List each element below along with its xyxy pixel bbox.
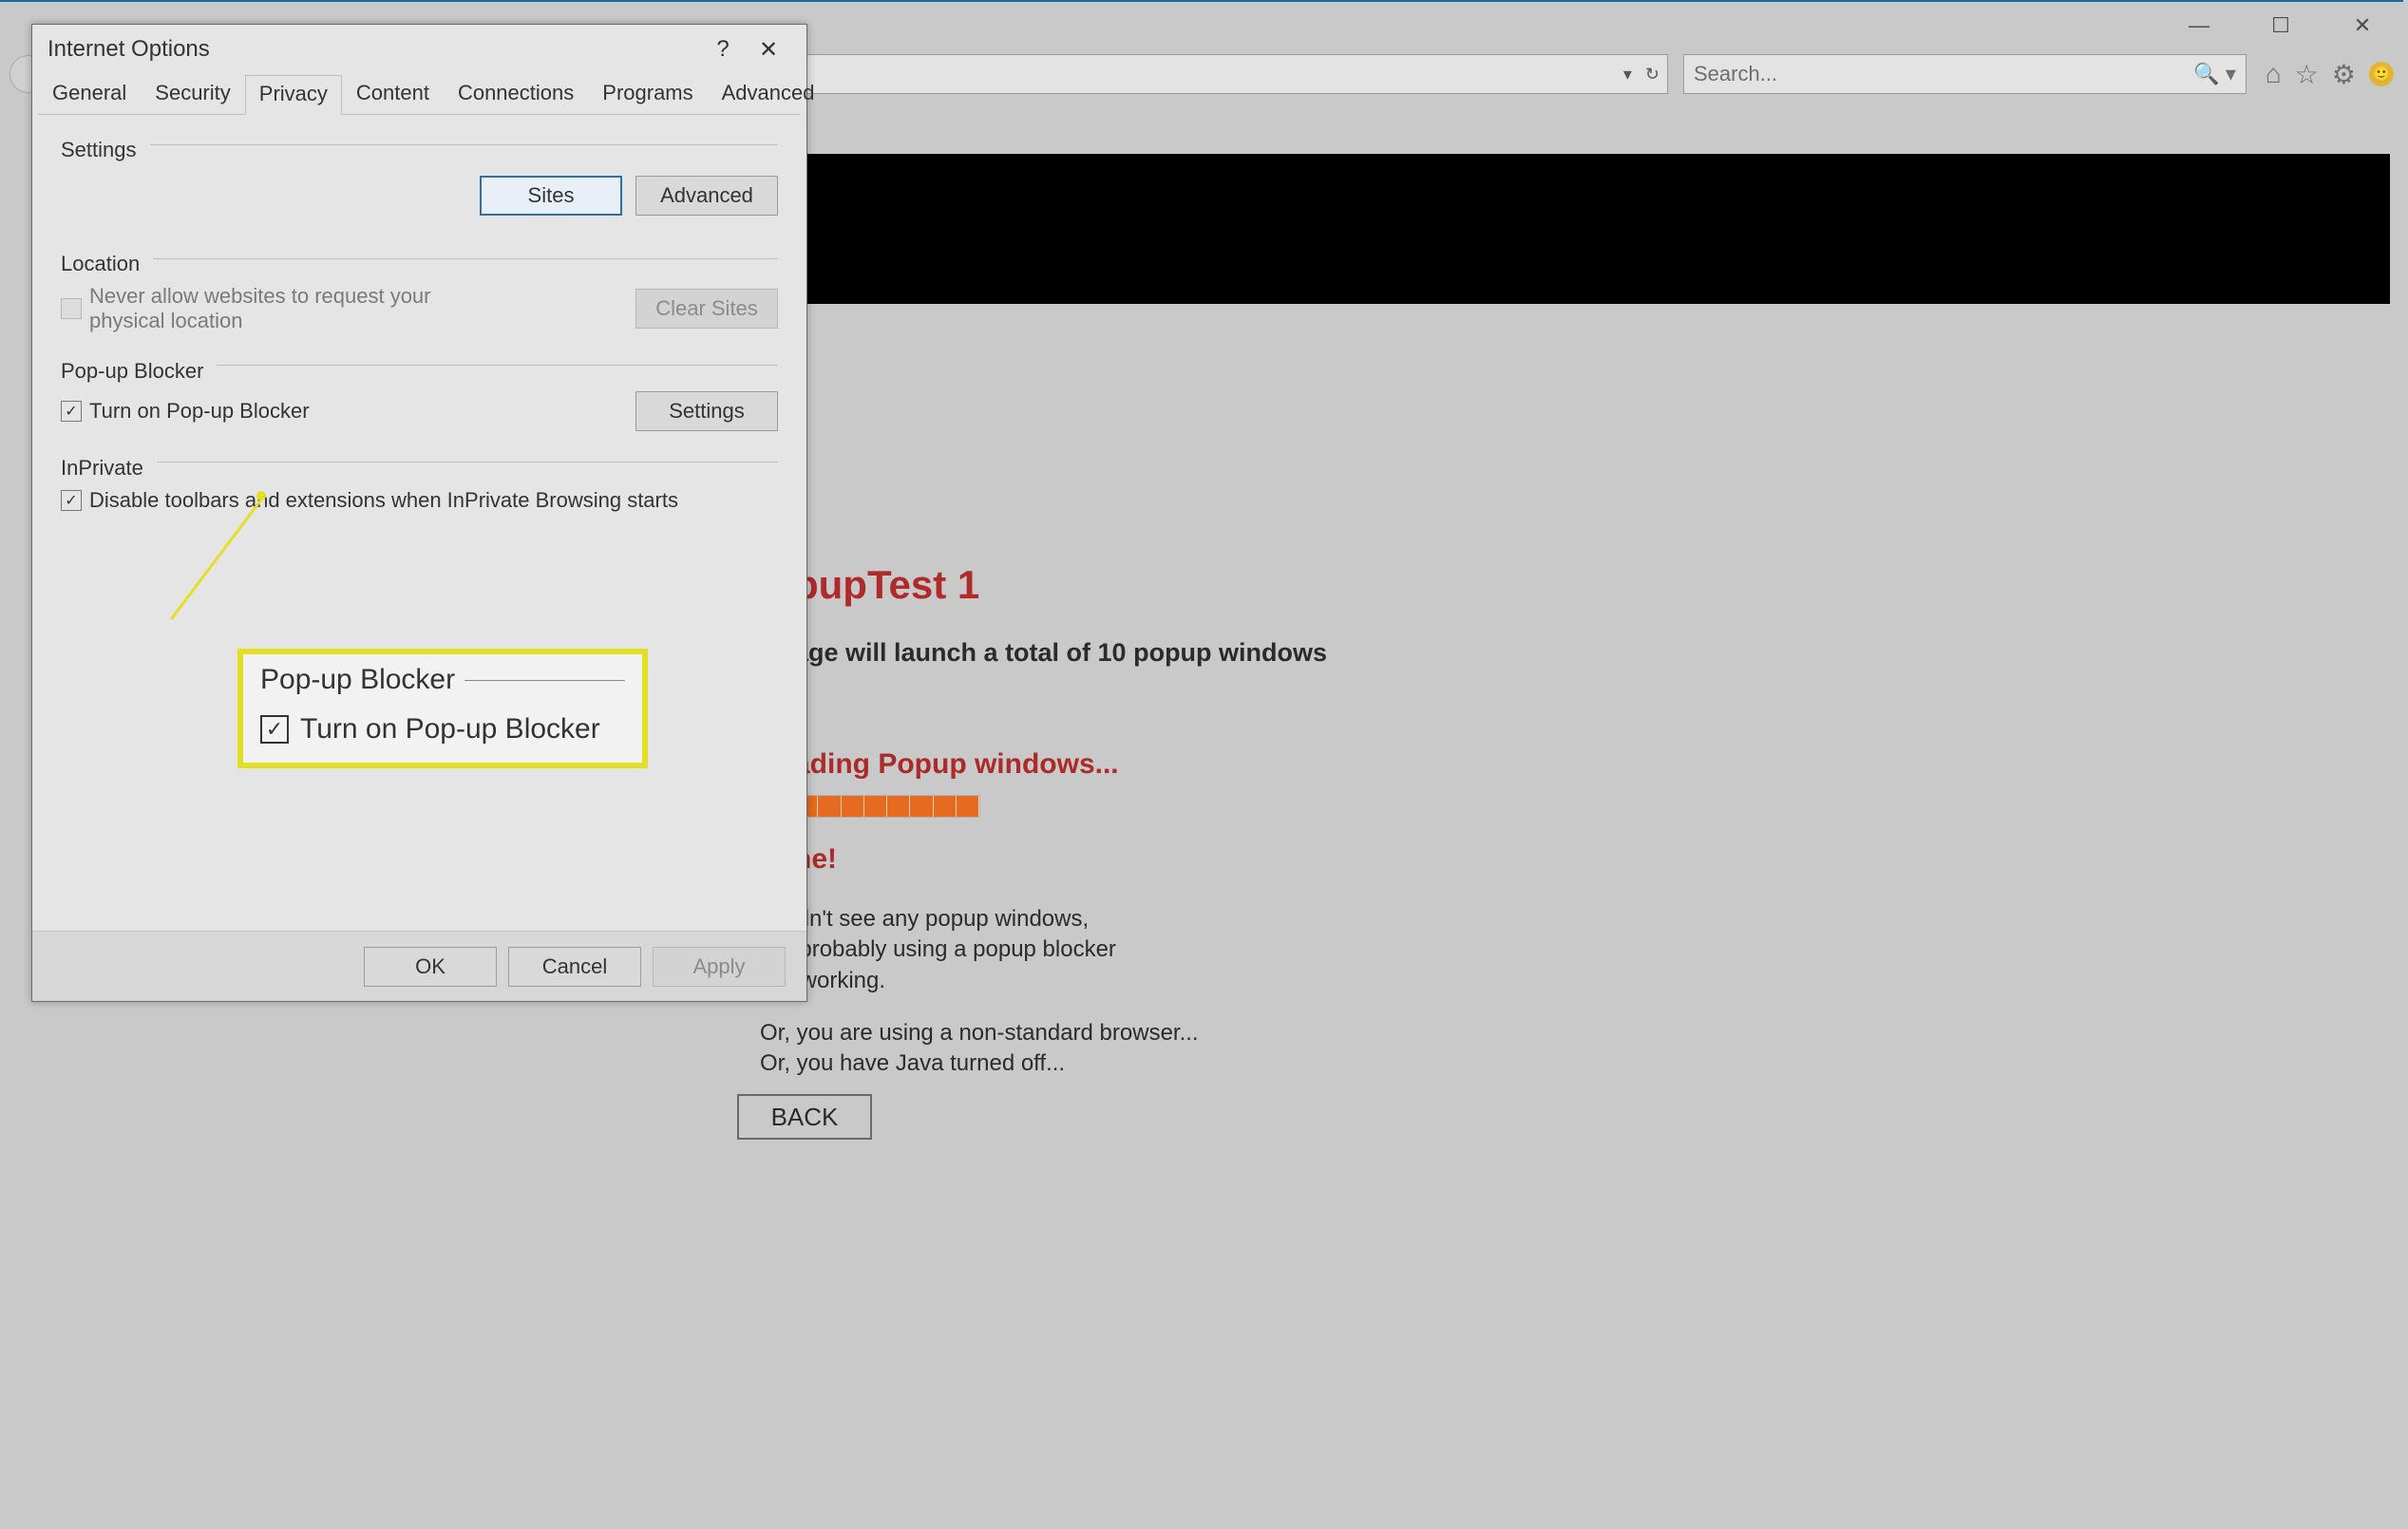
result-line: u didn't see any popup windows, bbox=[760, 904, 1116, 934]
favorites-icon[interactable]: ☆ bbox=[2295, 59, 2319, 90]
window-controls: — ☐ ✕ bbox=[2158, 5, 2403, 47]
result-line: are probably using a popup blocker bbox=[760, 934, 1116, 965]
callout-header: Pop-up Blocker bbox=[260, 664, 455, 696]
disable-toolbars-label: Disable toolbars and extensions when InP… bbox=[89, 488, 678, 513]
progress-bar bbox=[794, 795, 980, 818]
search-box[interactable]: Search... 🔍 ▾ bbox=[1683, 54, 2247, 94]
refresh-icon[interactable]: ↻ bbox=[1645, 65, 1659, 85]
cancel-button[interactable]: Cancel bbox=[508, 947, 641, 987]
apply-button: Apply bbox=[653, 947, 786, 987]
turn-on-popup-checkbox[interactable] bbox=[61, 401, 82, 422]
callout-checkbox-icon bbox=[260, 715, 289, 744]
divider bbox=[217, 365, 778, 366]
dialog-tabs: General Security Privacy Content Connect… bbox=[38, 74, 801, 115]
loading-heading: ading Popup windows... bbox=[794, 748, 1119, 781]
divider bbox=[153, 258, 778, 259]
tab-general[interactable]: General bbox=[38, 74, 141, 114]
callout-option-label: Turn on Pop-up Blocker bbox=[300, 713, 600, 746]
search-dropdown-icon[interactable]: ▾ bbox=[2226, 62, 2236, 86]
dialog-titlebar[interactable]: Internet Options ? ✕ bbox=[32, 25, 806, 74]
turn-on-popup-label: Turn on Pop-up Blocker bbox=[89, 399, 310, 424]
result-line: it is working. bbox=[760, 966, 1116, 996]
popup-settings-button[interactable]: Settings bbox=[635, 391, 778, 431]
never-allow-checkbox bbox=[61, 298, 82, 319]
callout-arrow-line bbox=[170, 499, 262, 620]
internet-options-dialog: Internet Options ? ✕ General Security Pr… bbox=[31, 24, 807, 1002]
ok-button[interactable]: OK bbox=[364, 947, 497, 987]
section-inprivate-label: InPrivate bbox=[61, 456, 143, 481]
back-button[interactable]: BACK bbox=[737, 1094, 872, 1140]
tab-programs[interactable]: Programs bbox=[588, 74, 707, 114]
section-location-label: Location bbox=[61, 252, 140, 276]
address-dropdown-icon[interactable]: ▾ bbox=[1623, 65, 1632, 85]
home-icon[interactable]: ⌂ bbox=[2266, 59, 2282, 89]
page-subtitle: age will launch a total of 10 popup wind… bbox=[794, 638, 1327, 668]
close-window-button[interactable]: ✕ bbox=[2322, 5, 2403, 47]
dialog-close-button[interactable]: ✕ bbox=[746, 36, 791, 64]
gear-icon[interactable]: ⚙ bbox=[2332, 59, 2356, 90]
toolbar-icons: ⌂ ☆ ⚙ 🙂 bbox=[2266, 59, 2394, 90]
tab-advanced[interactable]: Advanced bbox=[708, 74, 829, 114]
section-settings-label: Settings bbox=[61, 138, 137, 162]
tab-security[interactable]: Security bbox=[141, 74, 244, 114]
divider bbox=[465, 680, 625, 681]
tab-content[interactable]: Content bbox=[342, 74, 444, 114]
sites-button[interactable]: Sites bbox=[480, 176, 622, 216]
dialog-title: Internet Options bbox=[47, 36, 700, 63]
result-line: Or, you have Java turned off... bbox=[760, 1048, 1199, 1079]
section-popup-label: Pop-up Blocker bbox=[61, 359, 203, 384]
result-line: Or, you are using a non-standard browser… bbox=[760, 1018, 1199, 1048]
tab-connections[interactable]: Connections bbox=[444, 74, 588, 114]
callout-box: Pop-up Blocker Turn on Pop-up Blocker bbox=[237, 649, 648, 768]
disable-toolbars-checkbox[interactable] bbox=[61, 490, 82, 511]
result-text-2: Or, you are using a non-standard browser… bbox=[760, 1018, 1199, 1080]
clear-sites-button: Clear Sites bbox=[635, 289, 778, 329]
search-icon[interactable]: 🔍 bbox=[2193, 62, 2219, 86]
divider bbox=[150, 144, 779, 145]
never-allow-label: Never allow websites to request your phy… bbox=[89, 284, 469, 334]
result-text-1: u didn't see any popup windows, are prob… bbox=[760, 904, 1116, 996]
dialog-footer: OK Cancel Apply bbox=[32, 931, 806, 1001]
page-title: pupTest 1 bbox=[794, 562, 979, 608]
dialog-body: Settings Sites Advanced Location Never a… bbox=[32, 115, 806, 934]
tab-privacy[interactable]: Privacy bbox=[245, 75, 342, 115]
advanced-button[interactable]: Advanced bbox=[635, 176, 778, 216]
minimize-button[interactable]: — bbox=[2158, 5, 2240, 47]
maximize-button[interactable]: ☐ bbox=[2240, 5, 2322, 47]
feedback-smiley-icon[interactable]: 🙂 bbox=[2369, 62, 2394, 86]
dialog-help-button[interactable]: ? bbox=[700, 36, 746, 63]
search-placeholder: Search... bbox=[1694, 62, 2193, 86]
